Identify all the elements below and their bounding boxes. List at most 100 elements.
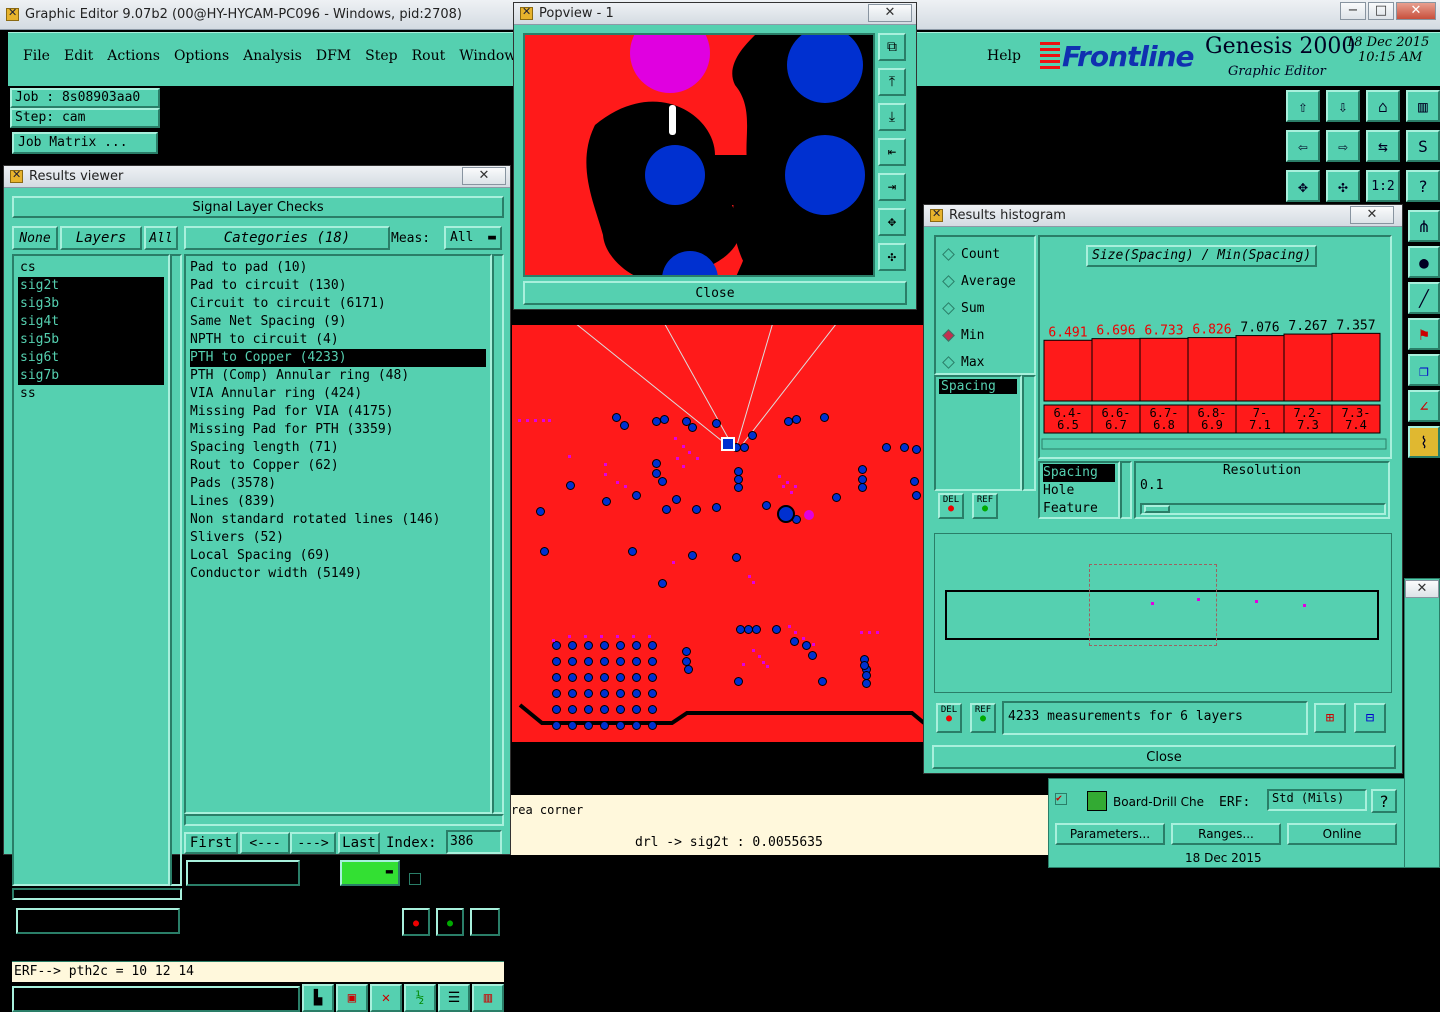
sv-color-select[interactable]: ▬ [340,860,400,886]
category-item[interactable]: Pad to pad (10) [190,259,486,277]
category-item[interactable]: Same Net Spacing (9) [190,313,486,331]
histogram-mode-option[interactable]: Max [942,349,1028,376]
attribute-item[interactable]: Hole [1043,482,1115,500]
tool-s-icon[interactable]: S [1406,130,1440,162]
maximize-button[interactable]: □ [1368,2,1394,20]
tool-flag-icon[interactable]: ⚑ [1408,318,1440,350]
menu-step[interactable]: Step [358,48,404,64]
results-viewer-close-x[interactable]: ✕ [462,167,506,185]
popview-up-icon[interactable]: ⤒ [878,68,906,96]
side-panel-close-x[interactable]: ✕ [1405,580,1439,598]
popview-fit-icon[interactable]: ✥ [878,208,906,236]
category-item[interactable]: Slivers (52) [190,529,486,547]
replace-layers-select[interactable]: Replace layers ▬ [16,908,180,934]
popview-canvas[interactable] [523,33,875,277]
histogram-item-scrollbar[interactable] [1022,375,1036,491]
category-item[interactable]: Pad to circuit (130) [190,277,486,295]
categories-button[interactable]: Categories (18) [184,226,390,250]
layer-item[interactable]: sig3b [18,295,164,313]
layer-item[interactable]: sig2t [18,277,164,295]
close-window-button[interactable]: ✕ [1396,2,1436,20]
histogram-hscrollbar[interactable] [1041,438,1387,450]
tool-expand-icon[interactable]: ✥ [1286,170,1320,202]
category-item[interactable]: NPTH to circuit (4) [190,331,486,349]
histogram-ref-button[interactable]: REF ● [972,493,998,519]
resolution-slider-handle[interactable] [1144,505,1170,513]
histogram-bar[interactable] [1187,337,1237,402]
histogram-mode-option[interactable]: Min [942,322,1028,349]
minimize-button[interactable]: − [1340,2,1366,20]
ref-button[interactable]: REF ● [436,908,464,936]
histogram-bar[interactable] [1043,339,1093,402]
first-button[interactable]: First [184,832,238,854]
tool-left-icon[interactable]: ⇦ [1286,130,1320,162]
tool-right-icon[interactable]: ⇨ [1326,130,1360,162]
histogram-bar[interactable] [1235,335,1285,402]
tool-list-icon[interactable]: ☰ [438,984,470,1012]
popview-left-icon[interactable]: ⇤ [878,138,906,166]
category-item[interactable]: PTH (Comp) Annular ring (48) [190,367,486,385]
tool-layers-icon[interactable]: ❐ [1408,354,1440,386]
histogram-mode-option[interactable]: Sum [942,295,1028,322]
auto-zoom-select[interactable]: Auto Zoom ▬ [186,860,300,886]
parameters-button[interactable]: Parameters... [1055,823,1165,845]
layer-list-scrollbar[interactable] [170,254,182,886]
popview-close-button[interactable]: Close [523,281,907,305]
category-item[interactable]: Spacing length (71) [190,439,486,457]
menu-dfm[interactable]: DFM [309,48,358,64]
popview-zoom-icon[interactable]: ⧉ [878,33,906,61]
menu-analysis[interactable]: Analysis [236,48,309,64]
category-item[interactable]: VIA Annular ring (424) [190,385,486,403]
prev-button[interactable]: <--- [240,832,290,854]
online-button[interactable]: Online [1287,823,1397,845]
attribute-scrollbar[interactable] [1120,461,1132,519]
tool-center-icon[interactable]: ✣ [1326,170,1360,202]
tool-down-icon[interactable]: ⇩ [1326,90,1360,122]
tool-report-icon[interactable]: ▣ [336,984,368,1012]
board-drill-help-button[interactable]: ? [1371,789,1397,813]
resolution-slider[interactable] [1140,503,1386,515]
popview-down-icon[interactable]: ⤓ [878,103,906,131]
layer-item[interactable]: cs [18,259,164,277]
pcb-canvas[interactable] [512,322,924,742]
tool-route-icon[interactable]: ⌇ [1408,426,1440,458]
tool-angle-icon[interactable]: ∠ [1408,390,1440,422]
menu-rout[interactable]: Rout [405,48,453,64]
layer-list-hscrollbar[interactable] [12,888,182,900]
tool-dot-icon[interactable]: ● [1408,246,1440,278]
category-item[interactable]: Conductor width (5149) [190,565,486,583]
histogram-item-list[interactable]: Spacing [934,375,1022,491]
tool-grid-icon[interactable]: ▥ [1406,90,1440,122]
tool-house-icon[interactable]: ⌂ [1366,90,1400,122]
histogram-close-button[interactable]: Close [932,745,1396,769]
tool-ratio2-icon[interactable]: ½ [404,984,436,1012]
category-item[interactable]: Rout to Copper (62) [190,457,486,475]
overview-zoom-out-icon[interactable]: ⊟ [1354,703,1386,733]
tool-home-icon[interactable]: ⇧ [1286,90,1320,122]
show-all-checkbox[interactable] [409,873,421,885]
category-item[interactable]: Local Spacing (69) [190,547,486,565]
layers-none-button[interactable]: None [12,226,58,250]
tool-filter-icon[interactable]: ✕ [370,984,402,1012]
attribute-item[interactable]: Spacing [1043,464,1115,482]
category-item[interactable]: Circuit to circuit (6171) [190,295,486,313]
tool-ratio-icon[interactable]: 1:2 [1366,170,1400,202]
histogram-mode-option[interactable]: Average [942,268,1028,295]
ranges-button[interactable]: Ranges... [1171,823,1281,845]
category-item[interactable]: Pads (3578) [190,475,486,493]
tool-histogram-icon[interactable]: ▥ [472,984,504,1012]
histogram-bar[interactable] [1331,332,1381,402]
overview-del-button[interactable]: DEL ● [936,703,962,733]
attribute-item[interactable]: Feature [1043,500,1115,518]
histogram-bar[interactable] [1283,333,1333,402]
tool-line-icon[interactable]: ╱ [1408,282,1440,314]
histogram-item-spacing[interactable]: Spacing [939,379,1017,394]
results-viewer-close-button[interactable]: Close [12,986,300,1012]
layer-item[interactable]: sig6t [18,349,164,367]
menu-edit[interactable]: Edit [57,48,100,64]
layers-all-button[interactable]: All [144,226,178,250]
menu-actions[interactable]: Actions [100,48,167,64]
next-button[interactable]: ---> [290,832,336,854]
layer-list[interactable]: cs sig2t sig3b sig4t sig5b sig6t sig7b ss [12,254,170,886]
category-item[interactable]: Missing Pad for VIA (4175) [190,403,486,421]
